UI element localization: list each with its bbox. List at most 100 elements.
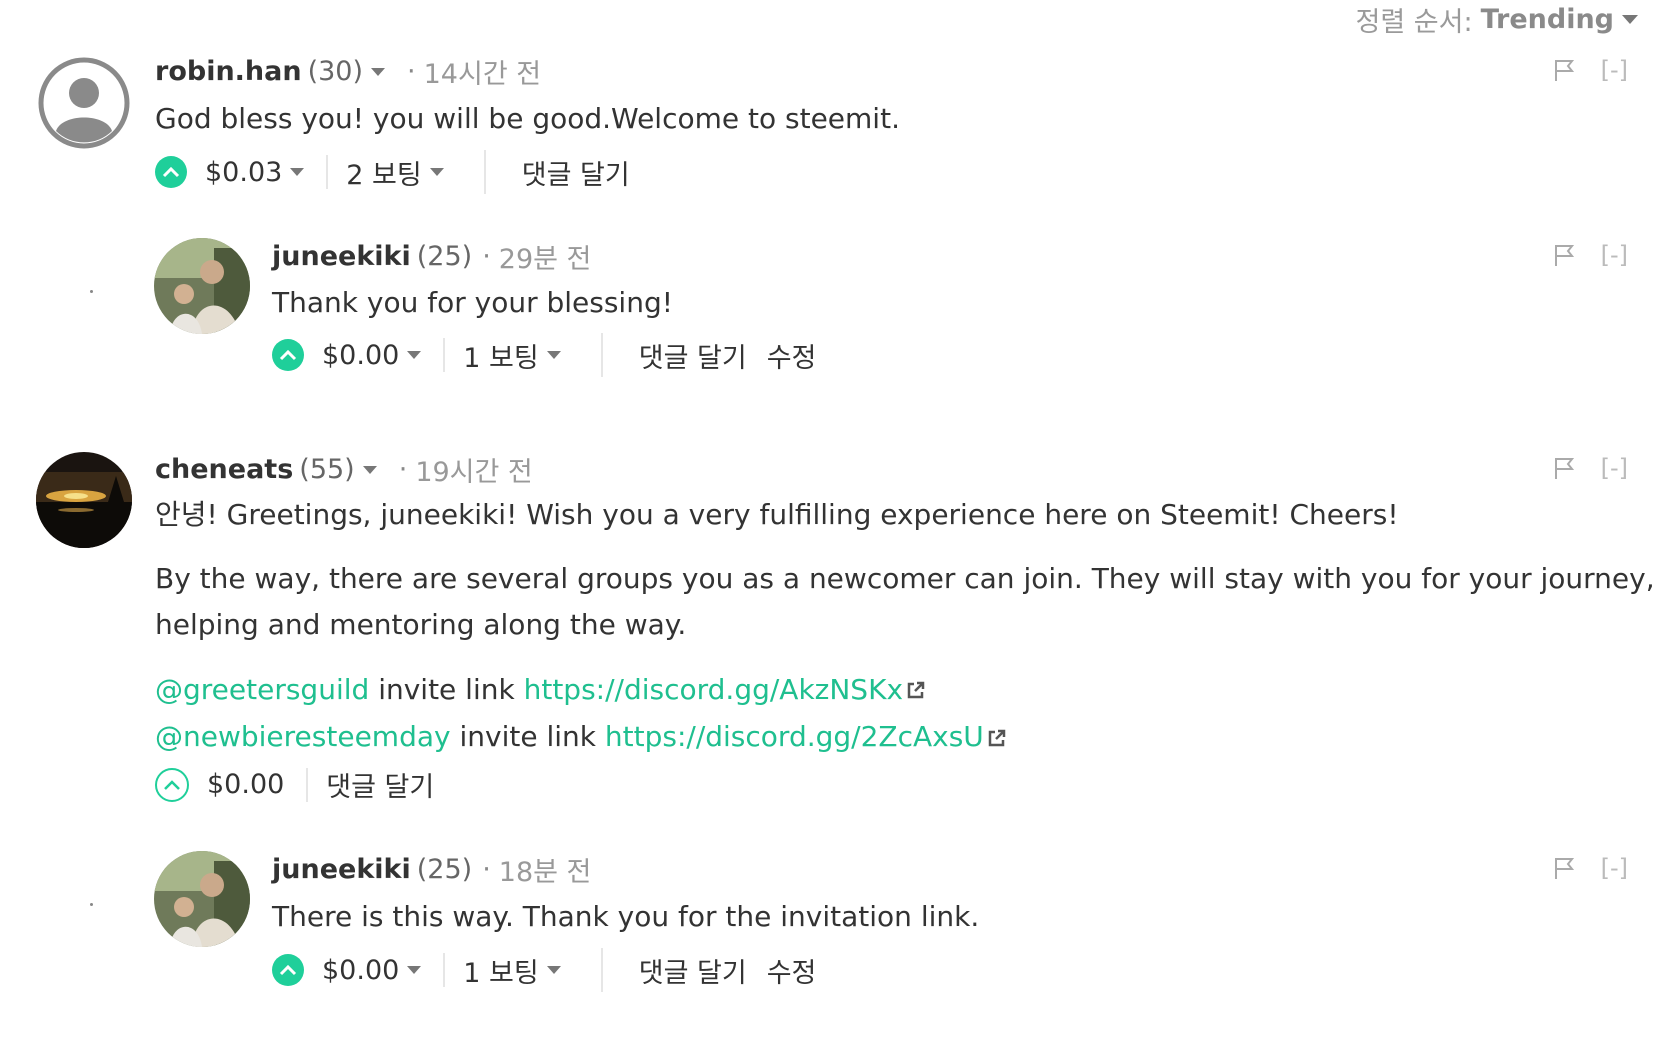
user-photo xyxy=(36,452,132,548)
author-name[interactable]: cheneats xyxy=(155,454,293,485)
reply-button[interactable]: 댓글 달기 xyxy=(639,951,747,990)
sort-control[interactable]: 정렬 순서: Trending xyxy=(1356,0,1638,39)
votes[interactable]: 2 보팅 xyxy=(346,153,444,192)
timestamp[interactable]: 18분 전 xyxy=(499,850,592,889)
divider xyxy=(443,338,446,372)
payout-value: $0.00 xyxy=(322,339,400,371)
comment-tools: [-] xyxy=(1553,56,1628,84)
user-photo xyxy=(154,238,250,334)
author-name[interactable]: juneekiki xyxy=(272,854,411,885)
reply-button[interactable]: 댓글 달기 xyxy=(639,336,747,375)
votes-count: 2 보팅 xyxy=(346,159,422,191)
invite-text: invite link xyxy=(459,719,596,753)
chevron-down-icon xyxy=(546,351,561,359)
flag-icon[interactable] xyxy=(1553,58,1575,82)
upvote-button[interactable] xyxy=(272,954,304,986)
comment-tools: [-] xyxy=(1553,854,1628,882)
sort-value: Trending xyxy=(1480,4,1614,35)
timestamp[interactable]: 19시간 전 xyxy=(415,450,532,489)
votes-count: 1 보팅 xyxy=(463,957,539,989)
payout-value: $0.03 xyxy=(205,156,283,188)
mention-link[interactable]: @newbieresteemday xyxy=(155,720,451,753)
chevron-up-icon xyxy=(162,166,180,178)
divider xyxy=(483,150,486,194)
collapse-button[interactable]: [-] xyxy=(1601,454,1628,482)
votes[interactable]: 1 보팅 xyxy=(463,951,561,990)
comment-header: juneekiki (25) · 29분 전 xyxy=(272,237,591,276)
comment-footer: $0.00 1 보팅 댓글 달기 수정 xyxy=(272,948,816,992)
chevron-down-icon xyxy=(546,966,561,974)
chevron-up-icon xyxy=(279,349,297,361)
flag-icon[interactable] xyxy=(1553,243,1575,267)
divider xyxy=(306,767,309,802)
upvote-button[interactable] xyxy=(272,339,304,371)
avatar[interactable] xyxy=(36,452,132,548)
invite-text: invite link xyxy=(378,672,515,706)
comment-body: God bless you! you will be good.Welcome … xyxy=(155,96,900,142)
payout[interactable]: $0.03 xyxy=(205,156,305,188)
votes[interactable]: 1 보팅 xyxy=(463,336,561,375)
chevron-down-icon xyxy=(407,966,422,974)
payout-value: $0.00 xyxy=(207,769,285,800)
payout[interactable]: $0.00 xyxy=(207,769,284,800)
avatar[interactable] xyxy=(154,238,250,334)
sort-label: 정렬 순서: xyxy=(1355,7,1473,38)
comment-body: 안녕! Greetings, juneekiki! Wish you a ver… xyxy=(155,492,1655,761)
discord-link[interactable]: https://discord.gg/2ZcAxsU xyxy=(605,720,984,753)
upvote-button[interactable] xyxy=(155,156,187,188)
discord-link[interactable]: https://discord.gg/AkzNSKx xyxy=(524,673,903,706)
separator-dot: · xyxy=(482,854,491,885)
collapse-button[interactable]: [-] xyxy=(1601,56,1628,84)
chevron-up-icon xyxy=(279,964,297,976)
divider xyxy=(600,948,603,992)
comment-text: Thank you for your blessing! xyxy=(272,286,673,319)
comment-footer: $0.03 2 보팅 댓글 달기 xyxy=(155,150,630,194)
comment-body: Thank you for your blessing! xyxy=(272,280,673,326)
divider xyxy=(443,953,446,987)
user-photo xyxy=(154,851,250,947)
comment-text: There is this way. Thank you for the inv… xyxy=(272,900,980,933)
author-reputation: (25) xyxy=(416,854,473,885)
upvote-button[interactable] xyxy=(155,767,189,802)
divider xyxy=(326,155,329,189)
author-reputation: (25) xyxy=(416,241,473,272)
thread-dot xyxy=(90,290,93,293)
chevron-down-icon xyxy=(407,351,422,359)
comment-footer: $0.00 1 보팅 댓글 달기 수정 xyxy=(272,333,816,377)
payout[interactable]: $0.00 xyxy=(322,954,422,986)
reply-button[interactable]: 댓글 달기 xyxy=(522,153,630,192)
author-name[interactable]: juneekiki xyxy=(272,241,411,272)
chevron-down-icon[interactable] xyxy=(362,465,377,474)
invite-line: @newbieresteemday invite link https://di… xyxy=(155,714,1655,761)
comment-header: cheneats (55) · 19시간 전 xyxy=(155,450,533,489)
votes-count: 1 보팅 xyxy=(463,342,539,374)
payout-value: $0.00 xyxy=(322,954,400,986)
collapse-button[interactable]: [-] xyxy=(1601,854,1628,882)
chevron-down-icon[interactable] xyxy=(371,67,386,76)
author-reputation: (55) xyxy=(299,454,355,485)
comment-text: By the way, there are several groups you… xyxy=(155,562,1655,596)
separator-dot: · xyxy=(407,56,416,87)
reply-button[interactable]: 댓글 달기 xyxy=(326,765,434,804)
external-link-icon xyxy=(907,667,925,713)
mention-link[interactable]: @greetersguild xyxy=(155,673,369,706)
comment-footer: $0.00 댓글 달기 xyxy=(155,765,434,804)
comment-header: juneekiki (25) · 18분 전 xyxy=(272,850,591,889)
author-name[interactable]: robin.han xyxy=(155,56,302,87)
comment-header: robin.han (30) · 14시간 전 xyxy=(155,52,541,91)
flag-icon[interactable] xyxy=(1553,456,1575,480)
comment-tools: [-] xyxy=(1553,454,1628,482)
edit-button[interactable]: 수정 xyxy=(767,336,817,375)
separator-dot: · xyxy=(398,454,408,485)
flag-icon[interactable] xyxy=(1553,856,1575,880)
comment-text: helping and mentoring along the way. xyxy=(155,608,687,642)
external-link-icon xyxy=(988,715,1006,761)
avatar[interactable] xyxy=(36,55,132,151)
timestamp[interactable]: 14시간 전 xyxy=(424,52,541,91)
collapse-button[interactable]: [-] xyxy=(1601,241,1628,269)
payout[interactable]: $0.00 xyxy=(322,339,422,371)
edit-button[interactable]: 수정 xyxy=(767,951,817,990)
comment-text: God bless you! you will be good.Welcome … xyxy=(155,102,900,135)
avatar[interactable] xyxy=(154,851,250,947)
timestamp[interactable]: 29분 전 xyxy=(499,237,592,276)
